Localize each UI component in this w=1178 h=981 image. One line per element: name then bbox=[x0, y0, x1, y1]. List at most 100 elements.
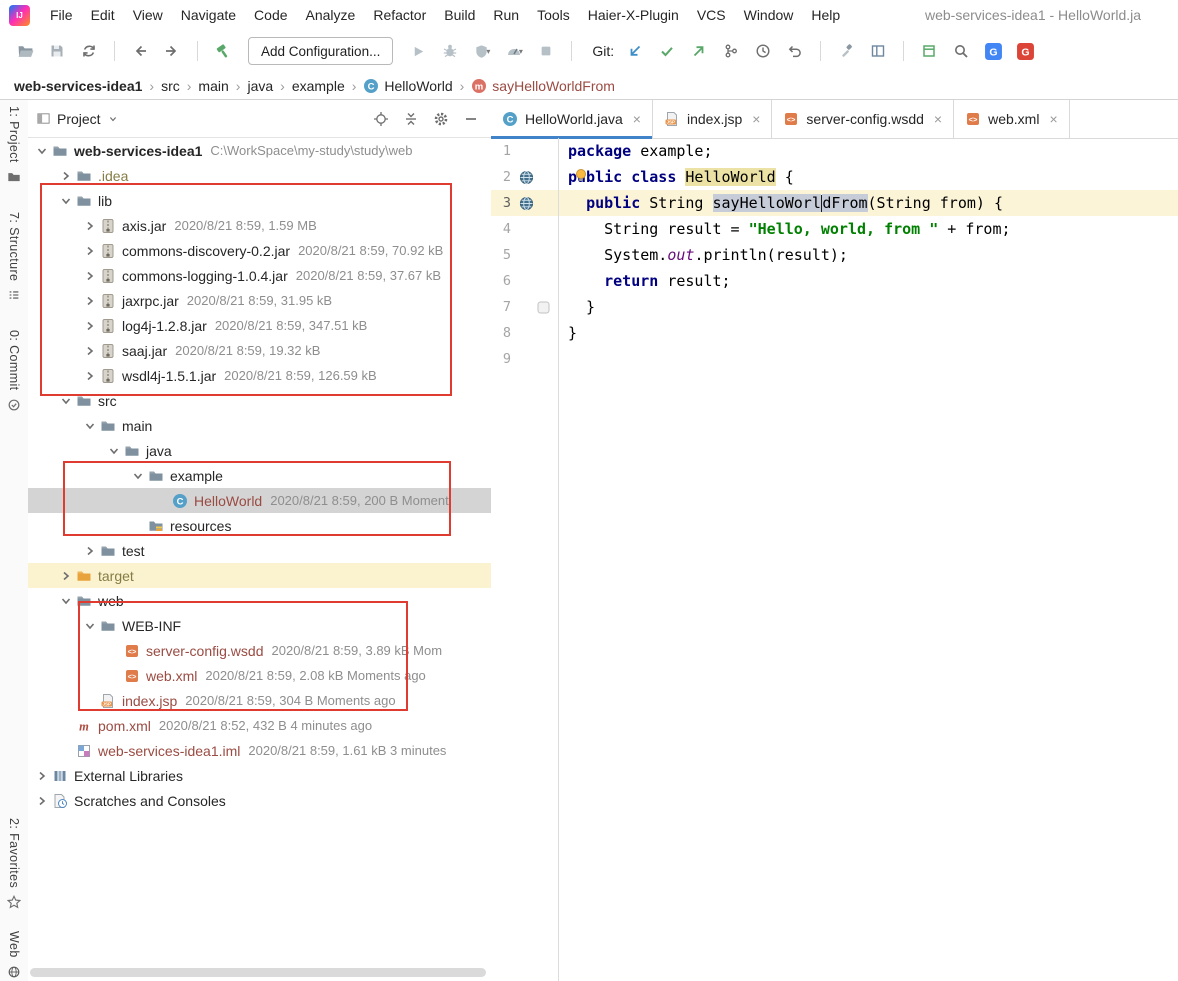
tree-row-src[interactable]: src bbox=[28, 388, 491, 413]
tree-row--idea[interactable]: .idea bbox=[28, 163, 491, 188]
tree-row-java[interactable]: java bbox=[28, 438, 491, 463]
layout-icon[interactable] bbox=[863, 37, 893, 65]
chevron-collapsed-icon[interactable] bbox=[82, 293, 98, 309]
tree-row-target[interactable]: target bbox=[28, 563, 491, 588]
tree-row-lib[interactable]: lib bbox=[28, 188, 491, 213]
chevron-collapsed-icon[interactable] bbox=[82, 343, 98, 359]
chevron-collapsed-icon[interactable] bbox=[82, 268, 98, 284]
hide-icon[interactable] bbox=[459, 107, 483, 131]
tree-row-server-config-wsdd[interactable]: <> server-config.wsdd 2020/8/21 8:59, 3.89… bbox=[28, 638, 491, 663]
chevron-collapsed-icon[interactable] bbox=[82, 218, 98, 234]
chevron-expanded-icon[interactable] bbox=[34, 143, 50, 159]
open-project-icon[interactable] bbox=[10, 37, 40, 65]
tree-row-scratches-and-consoles[interactable]: Scratches and Consoles bbox=[28, 788, 491, 813]
stripe-button-0-commit[interactable]: 0: Commit bbox=[7, 330, 21, 412]
tab-server-config-wsdd[interactable]: <> server-config.wsdd × bbox=[772, 100, 955, 138]
tab-close-icon[interactable]: × bbox=[752, 111, 760, 127]
screwdriver-icon[interactable] bbox=[831, 37, 861, 65]
menu-file[interactable]: File bbox=[41, 7, 82, 23]
tree-row-saaj-jar[interactable]: saaj.jar 2020/8/21 8:59, 19.32 kB bbox=[28, 338, 491, 363]
tab-web-xml[interactable]: <> web.xml × bbox=[954, 100, 1070, 138]
translate-blue-icon[interactable]: G bbox=[978, 37, 1008, 65]
settings-icon[interactable] bbox=[429, 107, 453, 131]
chevron-collapsed-icon[interactable] bbox=[34, 768, 50, 784]
code-line-3[interactable]: 3 public String sayHelloWorl dFrom(String… bbox=[491, 190, 1178, 216]
code-line-2[interactable]: 2 public class HelloWorld { bbox=[491, 164, 1178, 190]
breadcrumb-item-sayhelloworldfrom[interactable]: m sayHelloWorldFrom bbox=[471, 78, 615, 94]
collapse-all-icon[interactable] bbox=[399, 107, 423, 131]
update-project-icon[interactable] bbox=[620, 37, 650, 65]
tab-close-icon[interactable]: × bbox=[934, 111, 942, 127]
chevron-expanded-icon[interactable] bbox=[82, 618, 98, 634]
tree-row-resources[interactable]: resources bbox=[28, 513, 491, 538]
tree-row-index-jsp[interactable]: JSP index.jsp 2020/8/21 8:59, 304 B Moment… bbox=[28, 688, 491, 713]
chevron-collapsed-icon[interactable] bbox=[82, 368, 98, 384]
chevron-expanded-icon[interactable] bbox=[130, 468, 146, 484]
tree-row-external-libraries[interactable]: External Libraries bbox=[28, 763, 491, 788]
code-line-4[interactable]: 4 String result = "Hello, world, from " … bbox=[491, 216, 1178, 242]
run-icon[interactable] bbox=[403, 37, 433, 65]
code-line-6[interactable]: 6 return result; bbox=[491, 268, 1178, 294]
build-hammer-icon[interactable] bbox=[208, 37, 238, 65]
tree-row-web-xml[interactable]: <> web.xml 2020/8/21 8:59, 2.08 kB Moments… bbox=[28, 663, 491, 688]
commit-icon[interactable] bbox=[652, 37, 682, 65]
menu-build[interactable]: Build bbox=[435, 7, 484, 23]
menu-code[interactable]: Code bbox=[245, 7, 296, 23]
tree-row-web-services-idea1[interactable]: web-services-idea1 C:\WorkSpace\my-study\… bbox=[28, 138, 491, 163]
sync-icon[interactable] bbox=[74, 37, 104, 65]
menu-window[interactable]: Window bbox=[735, 7, 803, 23]
tree-row-commons-logging-1-0-4-jar[interactable]: commons-logging-1.0.4.jar 2020/8/21 8:59,… bbox=[28, 263, 491, 288]
code-line-7[interactable]: 7 } bbox=[491, 294, 1178, 320]
chevron-collapsed-icon[interactable] bbox=[82, 543, 98, 559]
stop-icon[interactable] bbox=[531, 37, 561, 65]
chevron-collapsed-icon[interactable] bbox=[34, 793, 50, 809]
tree-row-web-services-idea1-iml[interactable]: web-services-idea1.iml 2020/8/21 8:59, 1.… bbox=[28, 738, 491, 763]
menu-run[interactable]: Run bbox=[484, 7, 528, 23]
intention-bulb-icon[interactable] bbox=[575, 169, 587, 182]
chevron-expanded-icon[interactable] bbox=[58, 393, 74, 409]
chevron-expanded-icon[interactable] bbox=[82, 418, 98, 434]
tree-row-pom-xml[interactable]: m pom.xml 2020/8/21 8:52, 432 B 4 minutes … bbox=[28, 713, 491, 738]
stripe-button-7-structure[interactable]: 7: Structure bbox=[7, 212, 21, 302]
menu-view[interactable]: View bbox=[124, 7, 172, 23]
rollback-icon[interactable] bbox=[780, 37, 810, 65]
add-configuration-button[interactable]: Add Configuration... bbox=[248, 37, 394, 65]
menu-vcs[interactable]: VCS bbox=[688, 7, 735, 23]
back-icon[interactable] bbox=[125, 37, 155, 65]
chevron-collapsed-icon[interactable] bbox=[82, 243, 98, 259]
chevron-collapsed-icon[interactable] bbox=[82, 318, 98, 334]
translate-red-icon[interactable]: G bbox=[1010, 37, 1040, 65]
history-icon[interactable] bbox=[748, 37, 778, 65]
chevron-expanded-icon[interactable] bbox=[106, 443, 122, 459]
search-everywhere-icon[interactable] bbox=[946, 37, 976, 65]
chevron-down-icon[interactable] bbox=[107, 113, 119, 125]
breadcrumb-item-example[interactable]: example bbox=[292, 78, 345, 94]
breadcrumb-item-helloworld[interactable]: C HelloWorld bbox=[363, 78, 453, 94]
menu-refactor[interactable]: Refactor bbox=[364, 7, 435, 23]
breadcrumb-item-main[interactable]: main bbox=[198, 78, 228, 94]
save-all-icon[interactable] bbox=[42, 37, 72, 65]
menu-help[interactable]: Help bbox=[802, 7, 849, 23]
stripe-button-web[interactable]: Web bbox=[7, 931, 21, 979]
tree-row-web-inf[interactable]: WEB-INF bbox=[28, 613, 491, 638]
tree-row-wsdl4j-1-5-1-jar[interactable]: wsdl4j-1.5.1.jar 2020/8/21 8:59, 126.59 k… bbox=[28, 363, 491, 388]
restore-window-icon[interactable] bbox=[914, 37, 944, 65]
forward-icon[interactable] bbox=[157, 37, 187, 65]
tree-row-main[interactable]: main bbox=[28, 413, 491, 438]
stripe-button-2-favorites[interactable]: 2: Favorites bbox=[7, 818, 21, 909]
locate-icon[interactable] bbox=[369, 107, 393, 131]
project-horizontal-scrollbar[interactable] bbox=[30, 968, 486, 977]
push-icon[interactable] bbox=[684, 37, 714, 65]
tab-close-icon[interactable]: × bbox=[1049, 111, 1057, 127]
code-line-1[interactable]: 1 package example; bbox=[491, 138, 1178, 164]
tab-helloworld-java[interactable]: C HelloWorld.java × bbox=[491, 100, 653, 139]
tree-row-helloworld[interactable]: C HelloWorld 2020/8/21 8:59, 200 B Moment bbox=[28, 488, 491, 513]
tree-row-jaxrpc-jar[interactable]: jaxrpc.jar 2020/8/21 8:59, 31.95 kB bbox=[28, 288, 491, 313]
tree-row-axis-jar[interactable]: axis.jar 2020/8/21 8:59, 1.59 MB bbox=[28, 213, 491, 238]
tree-row-example[interactable]: example bbox=[28, 463, 491, 488]
tree-row-web[interactable]: web bbox=[28, 588, 491, 613]
stripe-button-1-project[interactable]: 1: Project bbox=[7, 106, 21, 184]
debug-icon[interactable] bbox=[435, 37, 465, 65]
menu-haier-x-plugin[interactable]: Haier-X-Plugin bbox=[579, 7, 688, 23]
menu-tools[interactable]: Tools bbox=[528, 7, 579, 23]
